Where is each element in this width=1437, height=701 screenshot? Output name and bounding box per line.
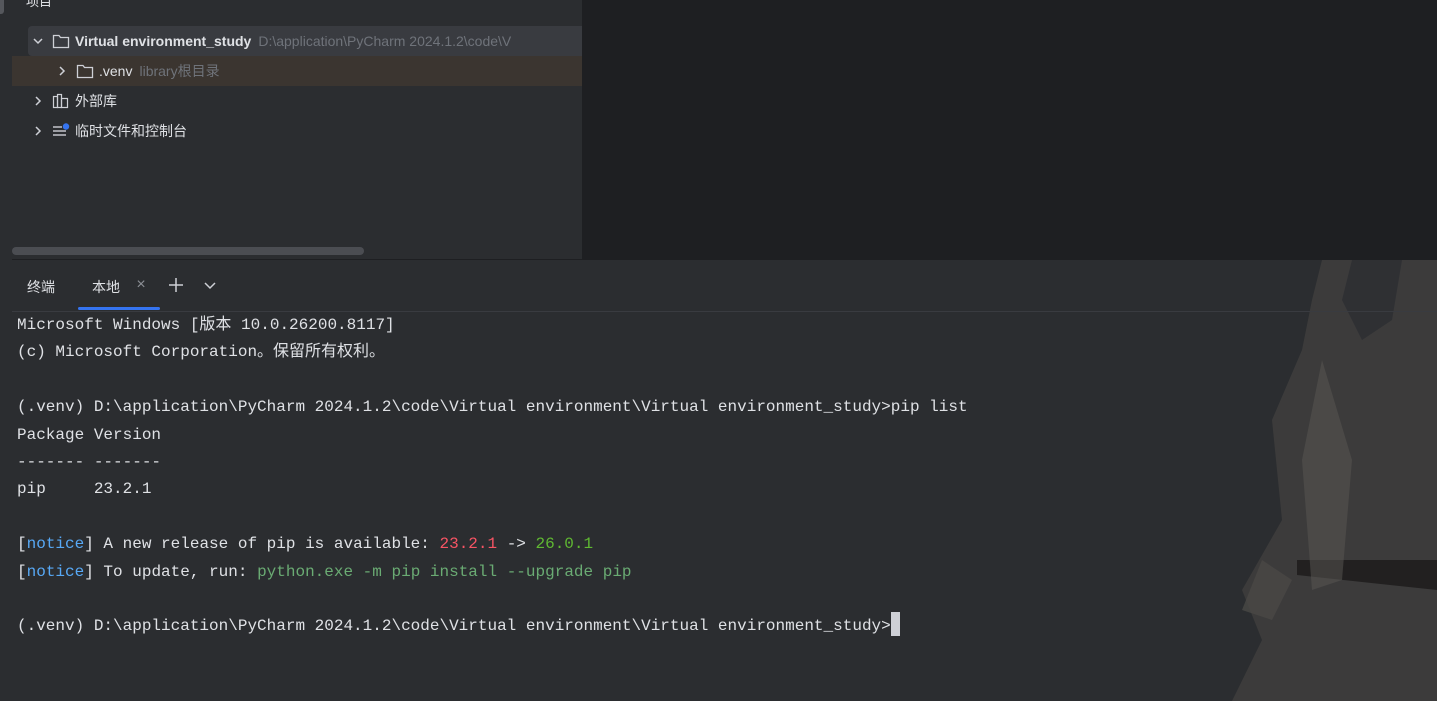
tab-local[interactable]: 本地 × [78, 260, 160, 311]
bracket: ] [84, 535, 94, 554]
tree-node-venv[interactable]: .venv library根目录 [12, 56, 582, 86]
tab-dropdown-button[interactable] [200, 275, 220, 295]
terminal-output[interactable]: Microsoft Windows [版本 10.0.26200.8117] (… [17, 312, 1257, 641]
version-arrow: -> [497, 535, 536, 554]
chevron-right-icon[interactable] [54, 63, 70, 79]
terminal-line: pip 23.2.1 [17, 480, 152, 499]
notice-tag: notice [26, 562, 85, 581]
tree-node-external-libraries[interactable]: 外部库 [12, 86, 582, 116]
scratch-icon [52, 123, 70, 139]
bracket: ] [84, 562, 94, 581]
bracket: [ [17, 535, 27, 554]
tree-node-path: D:\application\PyCharm 2024.1.2\code\V [258, 33, 512, 49]
bracket: [ [17, 562, 27, 581]
terminal-notice-line: [notice] A new release of pip is availab… [17, 531, 1257, 558]
terminal-line: Package Version [17, 425, 162, 444]
terminal-line: (c) Microsoft Corporation。保留所有权利。 [17, 343, 386, 362]
old-version: 23.2.1 [439, 535, 498, 554]
terminal-line: (.venv) D:\application\PyCharm 2024.1.2\… [17, 398, 968, 417]
project-tool-window: 项目 Virtual environment_study D:\applicat… [12, 0, 583, 259]
strip-handle [0, 0, 4, 14]
chevron-down-icon [204, 282, 216, 290]
plus-icon [169, 278, 183, 292]
horizontal-scrollbar[interactable] [12, 247, 364, 255]
chevron-right-icon[interactable] [30, 93, 46, 109]
new-version: 26.0.1 [535, 535, 594, 554]
chevron-down-icon[interactable] [30, 33, 46, 49]
folder-icon [52, 33, 70, 49]
tree-node-label: Virtual environment_study [75, 33, 252, 49]
tab-local-label: 本地 [92, 279, 120, 295]
tree-node-label: 外部库 [75, 93, 117, 109]
folder-icon [76, 63, 94, 79]
terminal-tool-window: 终端 本地 × Microsoft Windows [版本 10.0.26200… [12, 260, 1437, 701]
close-icon[interactable]: × [133, 276, 149, 294]
tree-node-path: library根目录 [139, 63, 220, 79]
project-panel-title: 项目 [26, 0, 53, 9]
terminal-title: 终端 [27, 279, 55, 295]
tree-node-label: .venv [99, 63, 133, 79]
terminal-tab-bar: 终端 本地 × [12, 260, 1437, 312]
notice-text: To update, run: [93, 562, 258, 581]
terminal-prompt-line[interactable]: (.venv) D:\application\PyCharm 2024.1.2\… [17, 612, 1257, 640]
tree-node-root[interactable]: Virtual environment_study D:\application… [28, 26, 582, 56]
tree-node-label: 临时文件和控制台 [75, 123, 187, 139]
tree-node-scratches[interactable]: 临时文件和控制台 [12, 116, 582, 146]
terminal-line: Microsoft Windows [版本 10.0.26200.8117] [17, 316, 395, 334]
library-icon [52, 93, 70, 109]
editor-area [583, 0, 1437, 259]
add-tab-button[interactable] [166, 275, 186, 295]
chevron-right-icon[interactable] [30, 123, 46, 139]
active-tab-indicator [78, 307, 160, 310]
terminal-notice-line: [notice] To update, run: python.exe -m p… [17, 559, 1257, 586]
notice-tag: notice [26, 535, 85, 554]
terminal-line: ------- ------- [17, 452, 162, 471]
prompt-text: (.venv) D:\application\PyCharm 2024.1.2\… [17, 617, 891, 636]
notice-text: A new release of pip is available: [93, 535, 440, 554]
text-cursor [890, 612, 900, 637]
upgrade-command: python.exe -m pip install --upgrade pip [257, 562, 632, 581]
